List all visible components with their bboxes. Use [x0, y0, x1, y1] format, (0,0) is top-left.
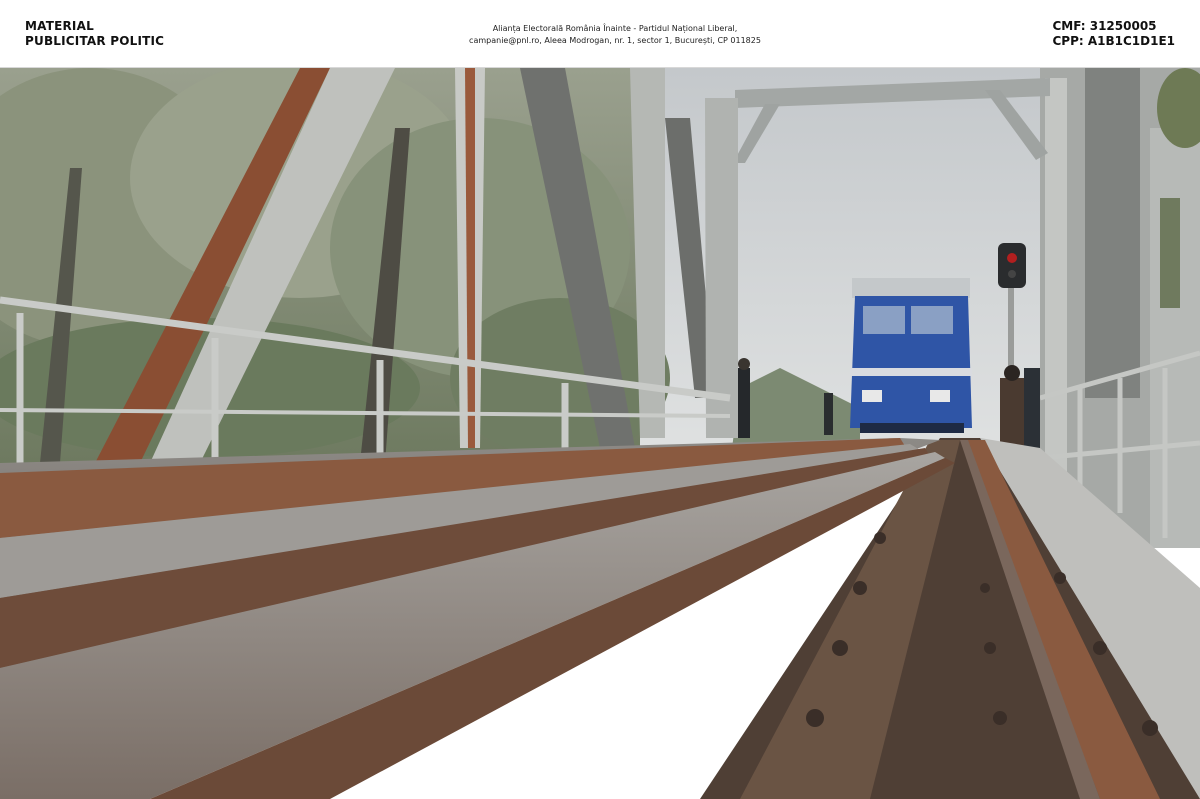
- ad-codes: CMF: 31250005 CPP: A1B1C1D1E1: [1052, 19, 1175, 49]
- political-ad-banner: MATERIAL PUBLICITAR POLITIC Alianța Elec…: [0, 0, 1200, 68]
- railway-bridge-photo: [0, 68, 1200, 799]
- ad-label: MATERIAL PUBLICITAR POLITIC: [25, 19, 164, 49]
- cmf-code: CMF: 31250005: [1052, 19, 1157, 33]
- ad-label-line2: PUBLICITAR POLITIC: [25, 34, 165, 48]
- cpp-code: CPP: A1B1C1D1E1: [1052, 34, 1175, 48]
- ad-label-line1: MATERIAL: [25, 19, 94, 33]
- locomotive: [850, 278, 972, 433]
- sponsor-line1: Alianța Electorală România Înainte - Par…: [492, 24, 738, 33]
- sponsor-info: Alianța Electorală România Înainte - Par…: [360, 23, 870, 47]
- sponsor-line2: campanie@pnl.ro, Aleea Modrogan, nr. 1, …: [469, 36, 761, 45]
